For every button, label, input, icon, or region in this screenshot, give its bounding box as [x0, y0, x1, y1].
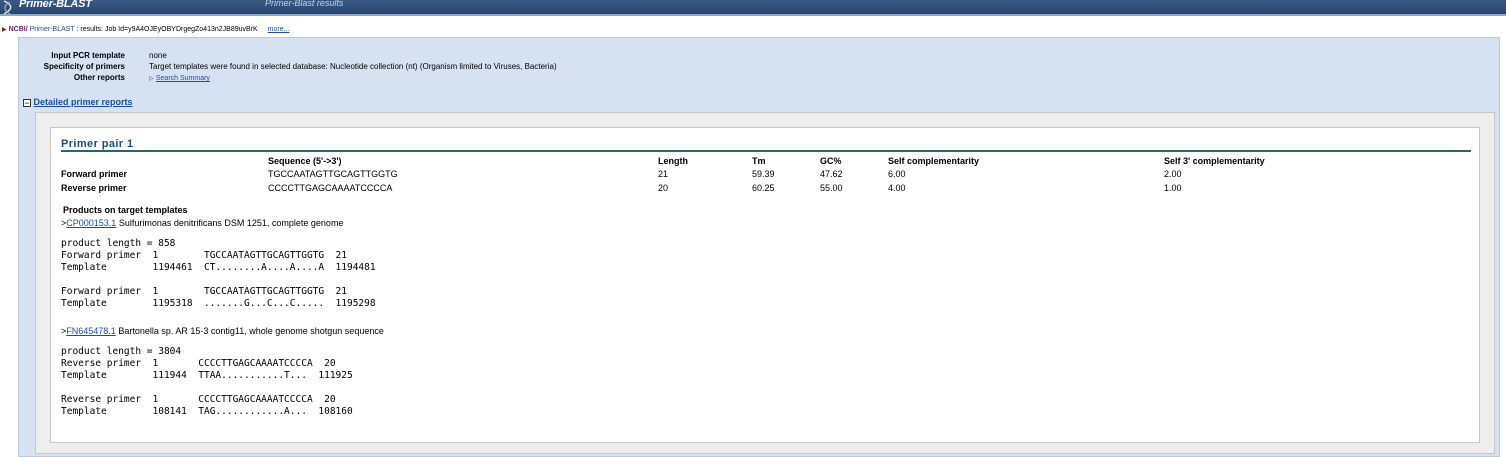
breadcrumb-job-id: : results: Job Id=y9A4OJEyOBYDrgegZo413n… [76, 26, 258, 33]
breadcrumb: ▶ NCBI/ Primer-BLAST : results: Job Id=y… [2, 26, 289, 33]
forward-primer-label: Forward primer [61, 169, 128, 179]
primer-pair-card: Primer pair 1 Sequence (5'->3') Length T… [50, 127, 1480, 443]
accession-link-2[interactable]: FN645478.1 [66, 326, 116, 336]
reverse-primer-tm: 60.25 [752, 183, 775, 193]
reverse-primer-sequence: CCCCTTGAGCAAAATCCCCA [268, 183, 393, 193]
detailed-reports-link[interactable]: Detailed primer reports [34, 97, 133, 107]
col-header-gc: GC% [820, 156, 842, 166]
forward-primer-self3: 2.00 [1164, 169, 1182, 179]
search-summary-link[interactable]: Search Summary [156, 75, 210, 82]
collapse-minus-icon[interactable]: − [23, 99, 31, 108]
breadcrumb-arrow-icon: ▶ [2, 27, 7, 33]
hit-header-1: >CP000153.1 Sulfurimonas denitrificans D… [61, 218, 343, 228]
col-header-self-complementarity: Self complementarity [888, 156, 980, 166]
detailed-reports-toggle[interactable]: − Detailed primer reports [23, 97, 133, 108]
expand-triangle-icon: ▷ [149, 76, 154, 82]
reverse-primer-self3: 1.00 [1164, 183, 1182, 193]
hit-header-2: >FN645478.1 Bartonella sp. AR 15-3 conti… [61, 326, 384, 336]
input-template-value: none [149, 51, 167, 60]
forward-primer-self-comp: 6.00 [888, 169, 906, 179]
other-reports-label: Other reports [73, 73, 125, 82]
alignment-block-1: product length = 858 Forward primer 1 TG… [61, 238, 376, 309]
primer-pair-divider [61, 150, 1471, 152]
col-header-length: Length [658, 156, 688, 166]
specificity-value: Target templates were found in selected … [149, 62, 557, 71]
products-title: Products on target templates [63, 205, 188, 215]
input-template-label: Input PCR template [51, 51, 125, 60]
dna-helix-icon [3, 0, 12, 16]
accession-link-1[interactable]: CP000153.1 [66, 218, 116, 228]
forward-primer-sequence: TGCCAATAGTTGCAGTTGGTG [268, 169, 398, 179]
forward-primer-length: 21 [658, 169, 669, 179]
reverse-primer-self-comp: 4.00 [888, 183, 906, 193]
page-title: Primer-Blast results [265, 0, 344, 8]
app-title: Primer-BLAST [19, 0, 92, 10]
hit-description-2: Bartonella sp. AR 15-3 contig11, whole g… [118, 326, 384, 336]
alignment-block-2: product length = 3804 Reverse primer 1 C… [61, 346, 353, 417]
forward-primer-tm: 59.39 [752, 169, 775, 179]
reverse-primer-label: Reverse primer [61, 183, 127, 193]
breadcrumb-ncbi-link[interactable]: NCBI/ [9, 26, 28, 33]
other-reports-value: ▷ Search Summary [149, 73, 210, 82]
breadcrumb-primer-blast-link[interactable]: Primer-BLAST [30, 26, 75, 33]
forward-primer-gc: 47.62 [820, 169, 843, 179]
reverse-primer-length: 20 [658, 183, 669, 193]
hit-description-1: Sulfurimonas denitrificans DSM 1251, com… [118, 218, 344, 228]
reverse-primer-gc: 55.00 [820, 183, 843, 193]
col-header-sequence: Sequence (5'->3') [268, 156, 342, 166]
top-header-bar: Primer-BLAST Primer-Blast results [0, 0, 1506, 16]
detailed-reports-panel: Primer pair 1 Sequence (5'->3') Length T… [35, 112, 1495, 454]
col-header-tm: Tm [752, 156, 766, 166]
col-header-self3-complementarity: Self 3' complementarity [1164, 156, 1265, 166]
results-summary-panel: Input PCR template none Specificity of p… [18, 37, 1500, 457]
specificity-label: Specificity of primers [43, 62, 125, 71]
primer-pair-title: Primer pair 1 [61, 138, 134, 150]
more-link[interactable]: more... [268, 26, 290, 33]
